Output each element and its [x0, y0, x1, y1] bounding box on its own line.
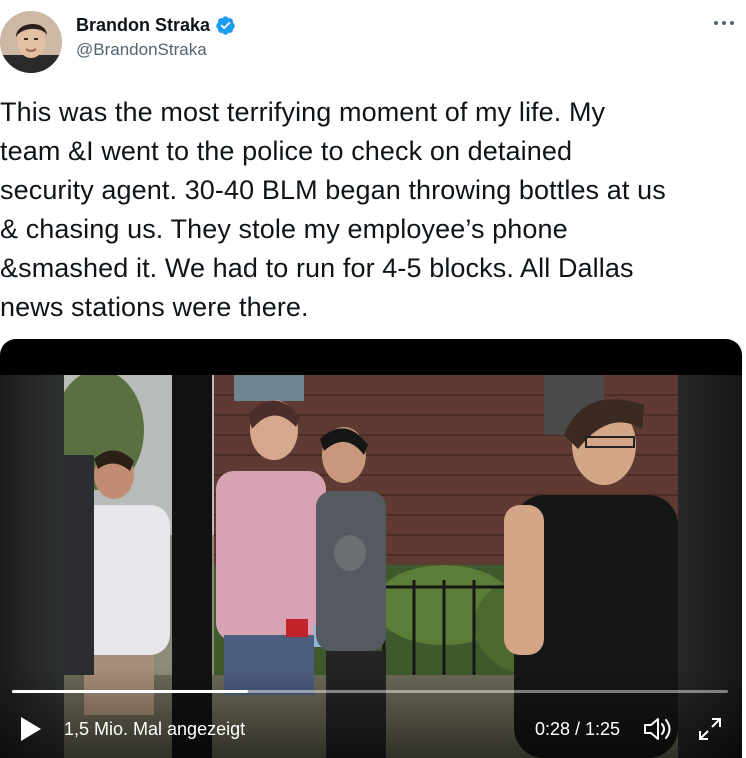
more-horizontal-icon — [714, 21, 734, 25]
fullscreen-icon — [699, 718, 721, 740]
fullscreen-button[interactable] — [696, 715, 724, 743]
tweet-card: Brandon Straka @BrandonStraka This was t… — [0, 0, 746, 758]
handle[interactable]: @BrandonStraka — [76, 40, 236, 60]
more-options-button[interactable] — [706, 8, 742, 38]
view-count: 1,5 Mio. Mal angezeigt — [64, 719, 246, 739]
display-name[interactable]: Brandon Straka — [76, 15, 210, 36]
video-progress-bar[interactable] — [12, 690, 728, 693]
verified-badge-icon — [215, 15, 236, 36]
volume-button[interactable] — [642, 715, 674, 743]
volume-icon — [644, 718, 671, 740]
play-button[interactable] — [18, 715, 44, 743]
author-info: Brandon Straka @BrandonStraka — [76, 12, 236, 60]
tweet-text: This was the most terrifying moment of m… — [0, 97, 666, 322]
play-icon — [21, 717, 41, 741]
avatar[interactable] — [0, 11, 62, 73]
video-controls-overlay — [0, 668, 742, 758]
video-progress-fill — [12, 690, 249, 693]
video-time: 0:28 / 1:25 — [535, 719, 621, 739]
avatar-image — [0, 11, 62, 73]
video-player[interactable]: 1,5 Mio. Mal angezeigt 0:28 / 1:25 — [0, 339, 742, 758]
